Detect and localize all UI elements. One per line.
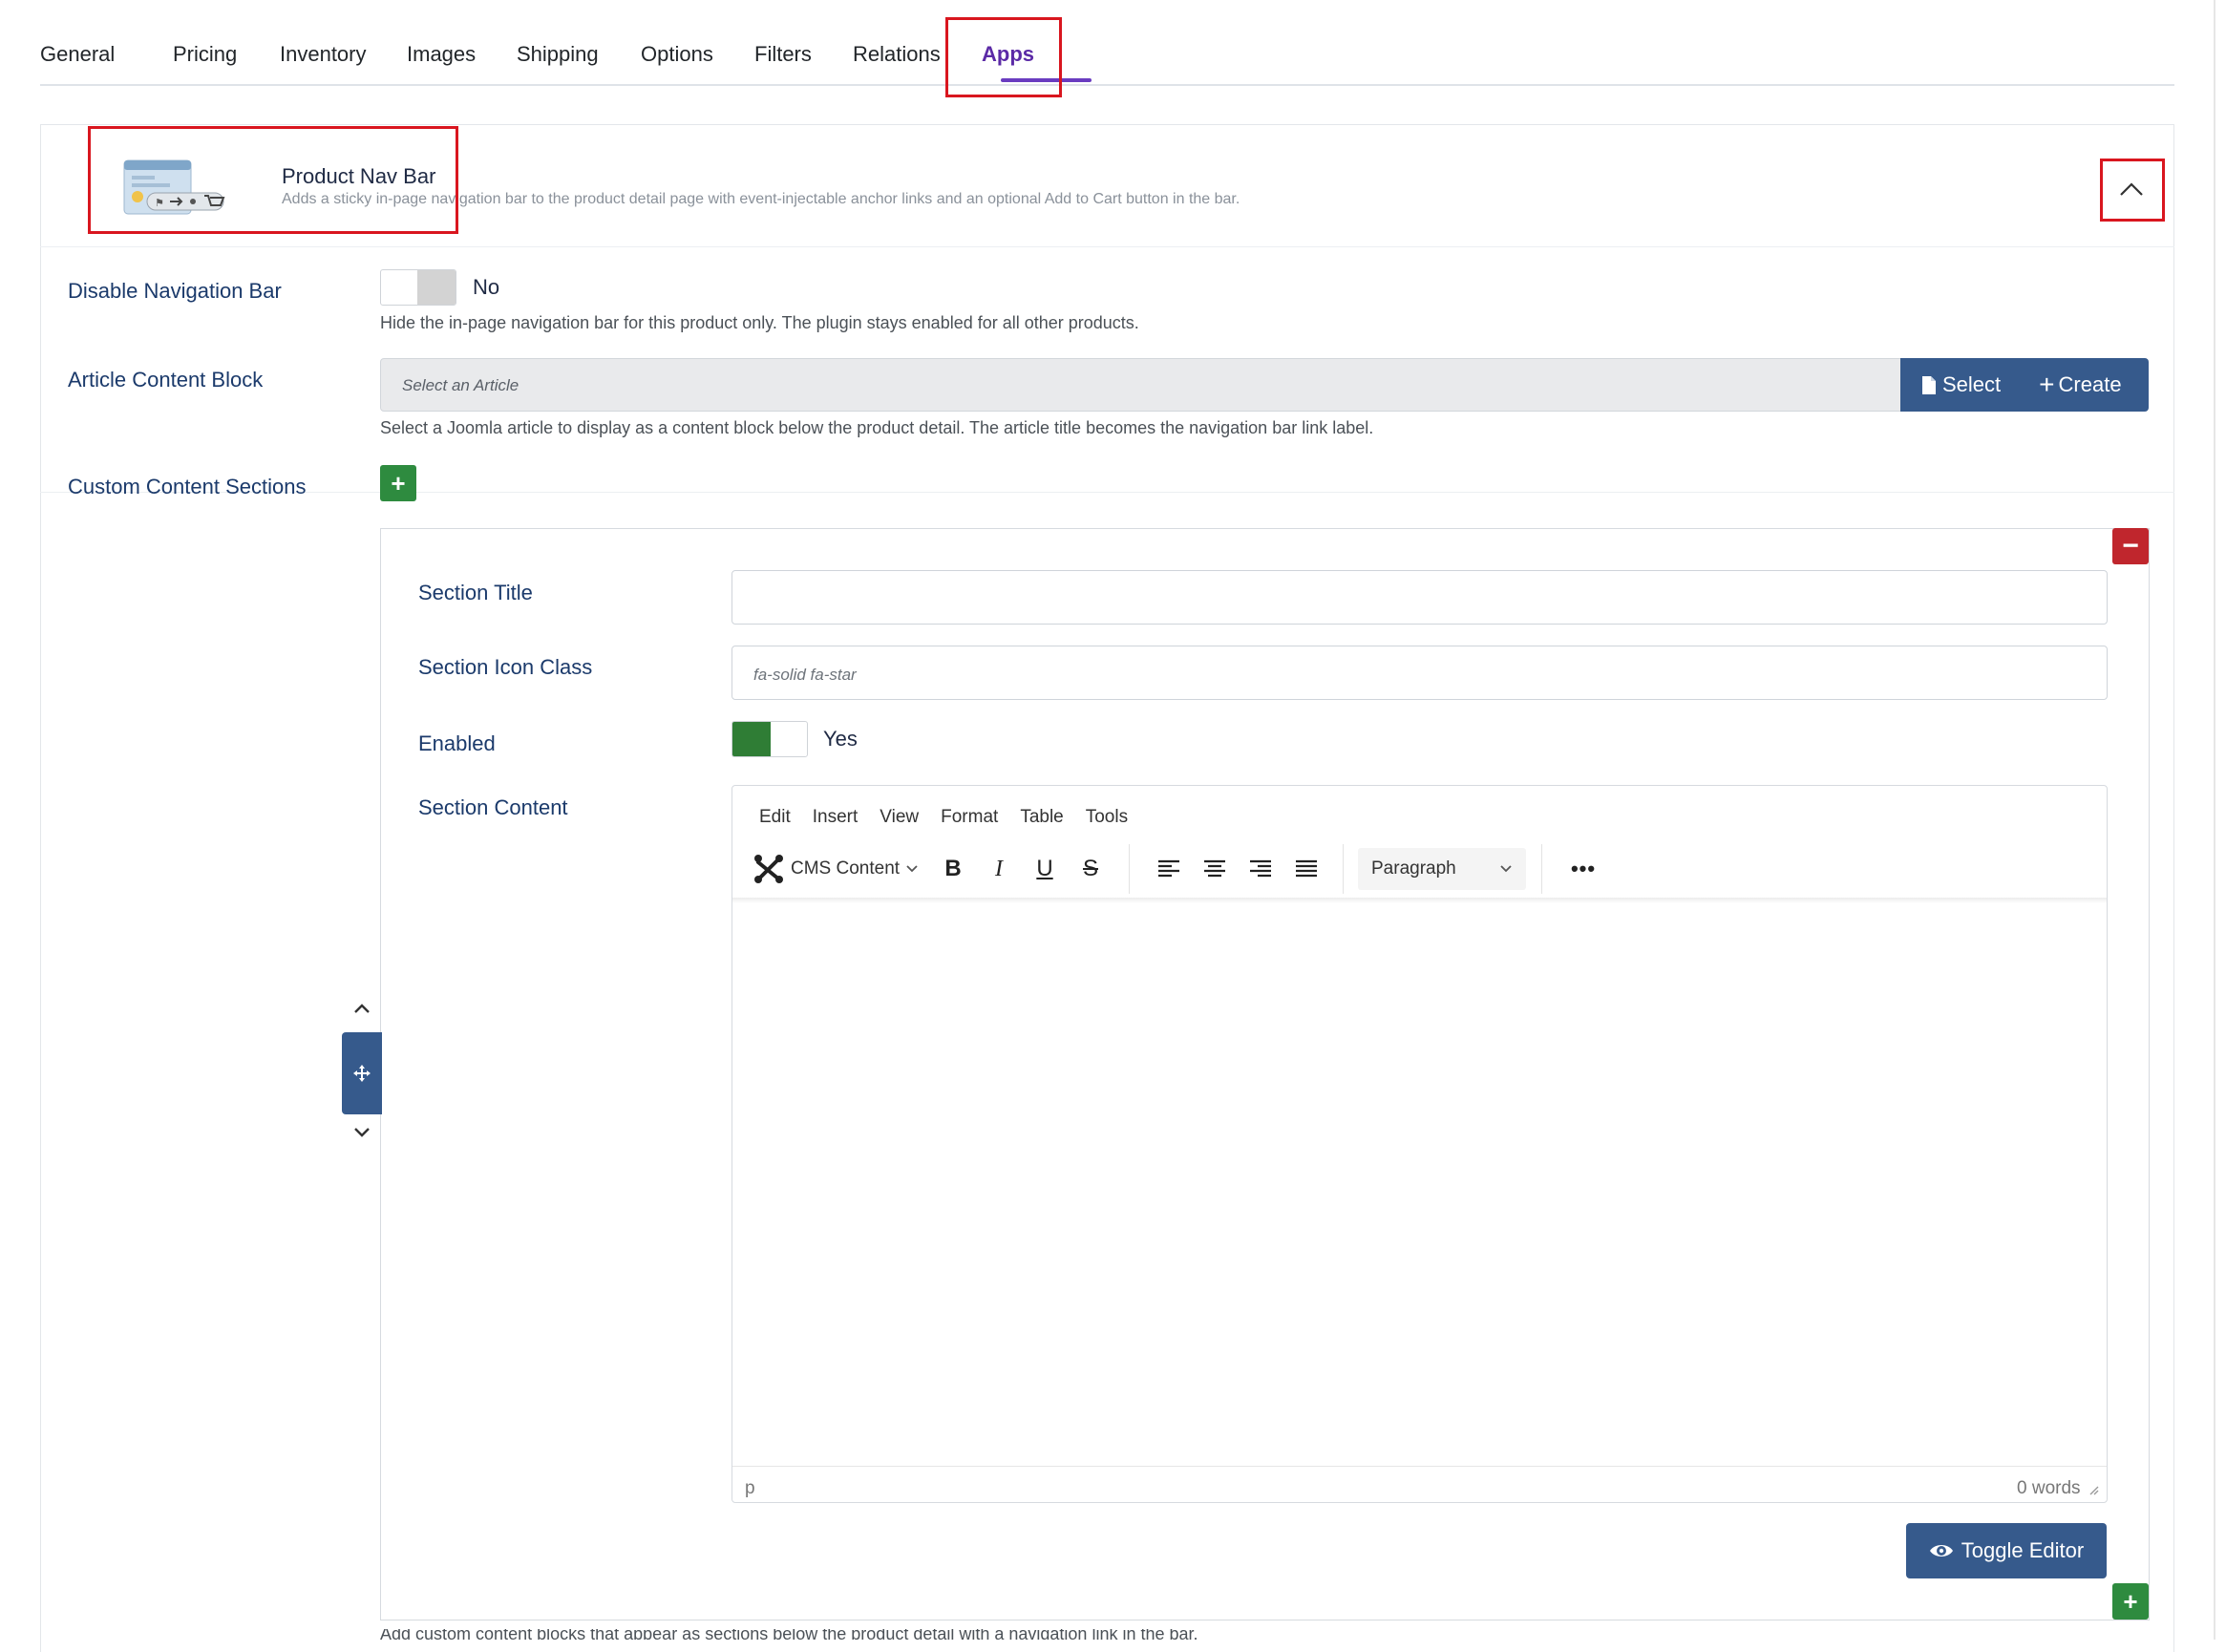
plus-icon: + (2123, 1586, 2138, 1616)
disable-nav-value: No (473, 275, 500, 299)
select-article-button[interactable]: Select (1921, 372, 2001, 397)
tab-general[interactable]: General (40, 42, 115, 67)
enabled-label: Enabled (418, 731, 496, 755)
eye-icon (1929, 1545, 1953, 1557)
block-format-dropdown[interactable]: Paragraph (1358, 848, 1526, 890)
section-icon-input[interactable]: fa-solid fa-star (731, 646, 2108, 700)
menu-insert[interactable]: Insert (813, 807, 859, 827)
custom-sections-help: Add custom content blocks that appear as… (380, 1629, 1198, 1640)
article-placeholder: Select an Article (402, 376, 519, 394)
plus-icon: + (391, 468, 406, 498)
tab-inventory[interactable]: Inventory (280, 42, 367, 67)
chevron-up-icon (354, 1004, 370, 1013)
toggle-knob (732, 722, 771, 756)
chevron-down-icon (1500, 865, 1512, 873)
resize-handle-icon[interactable] (2088, 1483, 2099, 1495)
underline-icon[interactable]: U (1028, 850, 1062, 888)
tab-images[interactable]: Images (407, 42, 476, 67)
create-article-button[interactable]: + Create (2039, 371, 2121, 398)
element-path: p (745, 1478, 755, 1498)
block-format-value: Paragraph (1371, 858, 1456, 879)
section-title-label: Section Title (418, 581, 533, 604)
enabled-value: Yes (823, 727, 858, 751)
disable-nav-help: Hide the in-page navigation bar for this… (380, 313, 1139, 332)
select-article-label: Select (1942, 372, 2002, 396)
toggle-knob (417, 270, 456, 305)
more-options-icon[interactable]: ••• (1564, 850, 1602, 888)
strikethrough-icon[interactable]: S (1073, 850, 1108, 888)
cms-content-label: CMS Content (791, 858, 901, 879)
article-block-help: Select a Joomla article to display as a … (380, 418, 1374, 437)
section-content-label: Section Content (418, 795, 568, 819)
scrollbar-track[interactable] (2214, 0, 2215, 1640)
editor-content-area[interactable] (732, 903, 2107, 1465)
section-icon-label: Section Icon Class (418, 655, 593, 679)
article-button-group: Select + Create (1900, 358, 2149, 412)
bold-icon[interactable]: B (936, 850, 970, 888)
panel-header-divider (40, 246, 2174, 247)
align-center-icon[interactable] (1198, 850, 1232, 888)
remove-section-button[interactable]: − (2112, 528, 2149, 564)
align-right-icon[interactable] (1243, 850, 1278, 888)
highlight-box-collapse (2100, 159, 2165, 222)
tab-shipping[interactable]: Shipping (517, 42, 599, 67)
word-count: 0 words (2017, 1478, 2081, 1498)
toolbar-divider (1541, 844, 1542, 894)
align-justify-icon[interactable] (1289, 850, 1324, 888)
editor-statusbar-divider (732, 1466, 2107, 1467)
create-article-label: Create (2058, 372, 2122, 396)
section-icon-placeholder: fa-solid fa-star (753, 666, 857, 684)
tab-options[interactable]: Options (641, 42, 713, 67)
row-divider (40, 492, 2174, 493)
toggle-editor-button[interactable]: Toggle Editor (1906, 1523, 2107, 1578)
add-section-below-button[interactable]: + (2112, 1583, 2149, 1620)
plus-icon: + (2039, 370, 2055, 399)
tab-pricing[interactable]: Pricing (173, 42, 237, 67)
cms-content-dropdown[interactable]: CMS Content (753, 846, 924, 892)
drag-handle[interactable] (342, 1032, 382, 1114)
minus-icon: − (2122, 530, 2139, 561)
article-block-label: Article Content Block (68, 368, 264, 392)
disable-nav-toggle[interactable] (380, 269, 456, 306)
joomla-icon (754, 855, 783, 883)
highlight-box-apps-tab (945, 17, 1062, 97)
editor-menubar: Edit Insert View Format Table Tools (759, 807, 1150, 828)
menu-view[interactable]: View (880, 807, 919, 827)
highlight-box-app-header (88, 126, 458, 234)
move-icon (353, 1065, 371, 1082)
tab-filters[interactable]: Filters (754, 42, 812, 67)
move-up-button[interactable] (351, 999, 372, 1018)
add-section-button[interactable]: + (380, 465, 416, 501)
move-down-button[interactable] (351, 1123, 372, 1142)
tab-bar: General Pricing Inventory Images Shippin… (40, 0, 2174, 86)
menu-format[interactable]: Format (941, 807, 998, 827)
section-title-input[interactable] (731, 570, 2108, 625)
chevron-down-icon (354, 1128, 370, 1137)
toggle-editor-label: Toggle Editor (1961, 1538, 2085, 1562)
menu-table[interactable]: Table (1020, 807, 1063, 827)
file-icon (1922, 375, 1936, 394)
toolbar-divider (1129, 844, 1130, 894)
disable-nav-label: Disable Navigation Bar (68, 279, 282, 303)
enabled-toggle[interactable] (731, 721, 808, 757)
toolbar-divider (1343, 844, 1344, 894)
menu-edit[interactable]: Edit (759, 807, 791, 827)
article-select-field[interactable]: Select an Article (380, 358, 1902, 412)
custom-sections-label: Custom Content Sections (68, 475, 307, 498)
chevron-down-icon (906, 865, 918, 873)
tab-relations[interactable]: Relations (853, 42, 941, 67)
align-left-icon[interactable] (1152, 850, 1186, 888)
italic-icon[interactable]: I (982, 850, 1016, 888)
menu-tools[interactable]: Tools (1086, 807, 1128, 827)
